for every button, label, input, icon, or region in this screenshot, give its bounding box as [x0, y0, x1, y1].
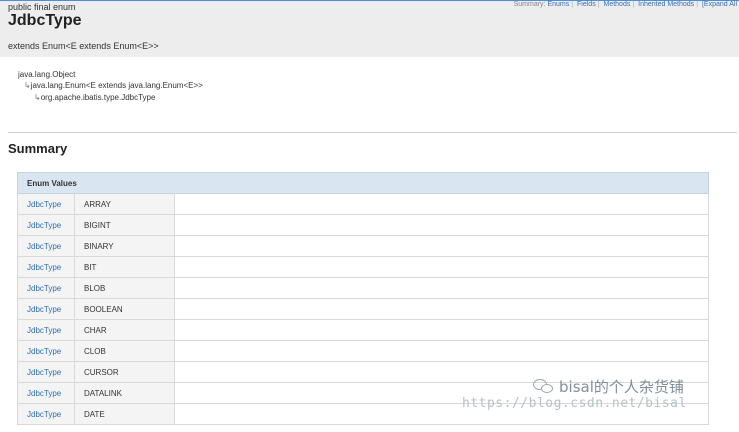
inheritance-class: org.apache.ibatis.type.JdbcType: [40, 93, 156, 102]
enum-type-link[interactable]: JdbcType: [17, 340, 75, 362]
enum-value-name: CHAR: [74, 319, 175, 341]
enum-type-link[interactable]: JdbcType: [17, 382, 75, 404]
enum-type-link[interactable]: JdbcType: [17, 277, 75, 299]
inheritance-level-1: ↳java.lang.Enum<E extends java.lang.Enum…: [24, 81, 203, 90]
summary-nav-label: Summary:: [513, 1, 546, 8]
enum-values-header: Enum Values: [17, 172, 709, 194]
table-row: JdbcType BOOLEAN: [17, 298, 709, 320]
enum-value-name: CLOB: [74, 340, 175, 362]
wechat-icon: [533, 378, 555, 394]
enum-value-name: BIT: [74, 256, 175, 278]
enum-type-link[interactable]: JdbcType: [17, 403, 75, 425]
nav-separator: |: [696, 1, 699, 8]
table-row: JdbcType CLOB: [17, 340, 709, 362]
enum-type-link[interactable]: JdbcType: [17, 361, 75, 383]
enum-description: [174, 277, 709, 299]
table-row: JdbcType BIT: [17, 256, 709, 278]
enum-value-name: BOOLEAN: [74, 298, 175, 320]
summary-link-enums[interactable]: Enums: [547, 1, 569, 8]
inheritance-level-0: java.lang.Object: [18, 70, 75, 79]
section-divider: [8, 132, 737, 133]
summary-link-inherited-methods[interactable]: Inherited Methods: [638, 1, 694, 8]
class-header: public final enum JdbcType extends Enum<…: [0, 1, 739, 57]
watermark-text: bisal的个人杂货铺: [559, 378, 684, 396]
enum-type-link[interactable]: JdbcType: [17, 193, 75, 215]
expand-all-link[interactable]: [Expand All: [702, 1, 737, 8]
class-modifiers: public final enum: [8, 2, 76, 12]
page-title: JdbcType: [8, 12, 82, 29]
summary-link-fields[interactable]: Fields: [577, 1, 596, 8]
enum-description: [174, 235, 709, 257]
class-extends: extends Enum<E extends Enum<E>>: [8, 41, 159, 51]
enum-value-name: DATALINK: [74, 382, 175, 404]
url-watermark: https://blog.csdn.net/bisal: [462, 396, 687, 411]
enum-description: [174, 340, 709, 362]
table-row: JdbcType ARRAY: [17, 193, 709, 215]
wechat-watermark: bisal的个人杂货铺: [533, 376, 684, 397]
enum-type-link[interactable]: JdbcType: [17, 256, 75, 278]
enum-type-link[interactable]: JdbcType: [17, 214, 75, 236]
inherit-arrow-icon: ↳: [34, 93, 41, 102]
enum-description: [174, 298, 709, 320]
nav-separator: |: [632, 1, 635, 8]
table-row: JdbcType CHAR: [17, 319, 709, 341]
enum-type-link[interactable]: JdbcType: [17, 235, 75, 257]
summary-nav: Summary: Enums | Fields | Methods | Inherit…: [514, 1, 737, 8]
enum-value-name: ARRAY: [74, 193, 175, 215]
nav-separator: |: [597, 1, 600, 8]
enum-value-name: BIGINT: [74, 214, 175, 236]
enum-type-link[interactable]: JdbcType: [17, 319, 75, 341]
table-row: JdbcType BINARY: [17, 235, 709, 257]
enum-value-name: BLOB: [74, 277, 175, 299]
table-row: JdbcType BLOB: [17, 277, 709, 299]
enum-description: [174, 214, 709, 236]
enum-value-name: BINARY: [74, 235, 175, 257]
enum-description: [174, 193, 709, 215]
inheritance-class: java.lang.Enum<E extends java.lang.Enum<…: [30, 81, 203, 90]
enum-description: [174, 256, 709, 278]
enum-type-link[interactable]: JdbcType: [17, 298, 75, 320]
inheritance-level-2: ↳org.apache.ibatis.type.JdbcType: [34, 93, 155, 102]
summary-heading: Summary: [8, 141, 68, 156]
inheritance-class: java.lang.Object: [18, 70, 76, 79]
summary-link-methods[interactable]: Methods: [604, 1, 631, 8]
enum-value-name: CURSOR: [74, 361, 175, 383]
inherit-arrow-icon: ↳: [24, 81, 31, 90]
table-row: JdbcType BIGINT: [17, 214, 709, 236]
enum-value-name: DATE: [74, 403, 175, 425]
enum-description: [174, 319, 709, 341]
nav-separator: |: [571, 1, 574, 8]
